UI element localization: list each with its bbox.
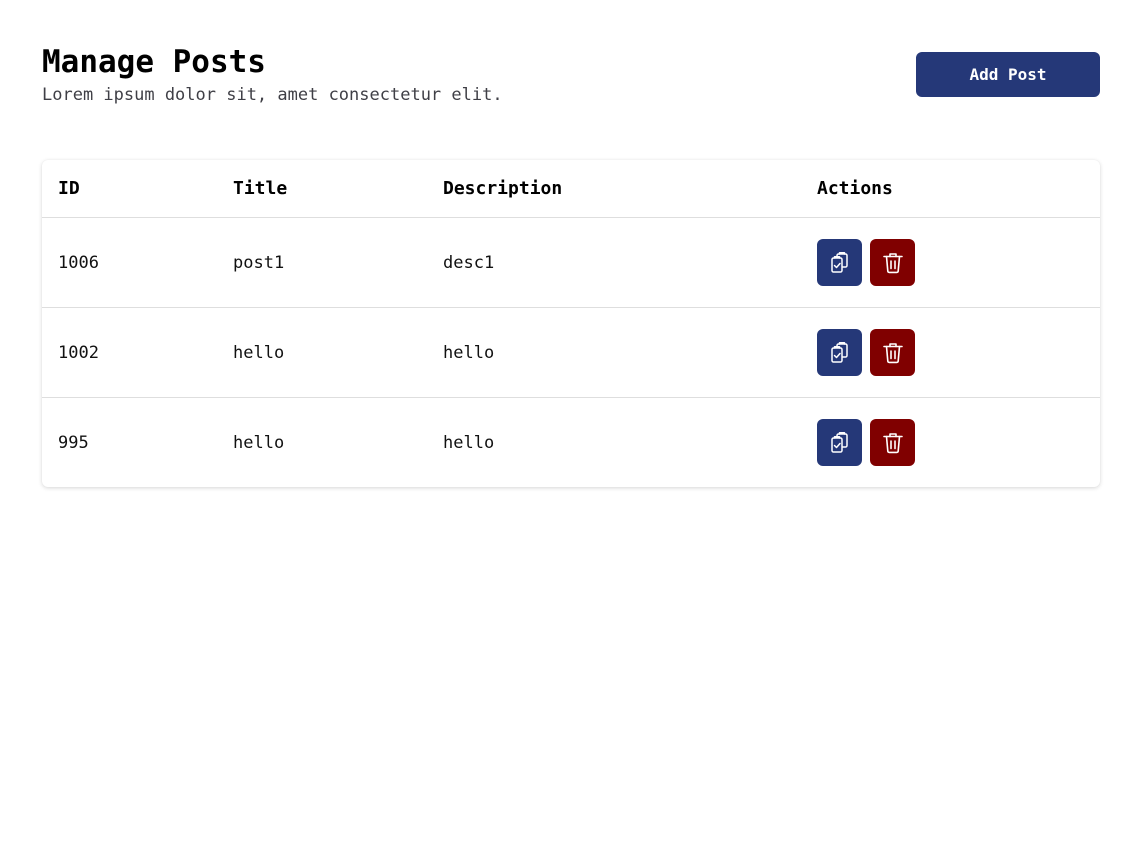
post-title: hello bbox=[233, 342, 285, 363]
page-subtitle: Lorem ipsum dolor sit, amet consectetur … bbox=[42, 85, 503, 105]
page-header: Manage Posts Lorem ipsum dolor sit, amet… bbox=[42, 44, 1100, 108]
posts-table: ID Title Description Actions 1006 post1 … bbox=[42, 160, 1100, 487]
post-title: hello bbox=[233, 432, 285, 453]
row-actions bbox=[817, 308, 915, 397]
post-id: 1002 bbox=[58, 342, 99, 363]
column-header-actions: Actions bbox=[817, 178, 893, 199]
clipboard-copy-icon bbox=[830, 251, 848, 273]
column-header-description: Description bbox=[443, 178, 563, 199]
clipboard-copy-icon bbox=[830, 341, 848, 363]
row-actions bbox=[817, 218, 915, 307]
post-title: post1 bbox=[233, 252, 285, 273]
post-id: 995 bbox=[58, 432, 89, 453]
table-row: 1006 post1 desc1 bbox=[42, 217, 1100, 307]
page-title: Manage Posts bbox=[42, 44, 266, 80]
row-actions bbox=[817, 398, 915, 487]
post-description: desc1 bbox=[443, 252, 495, 273]
column-header-id: ID bbox=[58, 178, 80, 199]
delete-button[interactable] bbox=[870, 239, 915, 286]
column-header-title: Title bbox=[233, 178, 288, 199]
trash-icon bbox=[882, 432, 903, 453]
post-id: 1006 bbox=[58, 252, 99, 273]
delete-button[interactable] bbox=[870, 419, 915, 466]
trash-icon bbox=[882, 342, 903, 363]
table-row: 1002 hello hello bbox=[42, 307, 1100, 397]
copy-button[interactable] bbox=[817, 239, 862, 286]
post-description: hello bbox=[443, 342, 495, 363]
post-description: hello bbox=[443, 432, 495, 453]
copy-button[interactable] bbox=[817, 419, 862, 466]
trash-icon bbox=[882, 252, 903, 273]
clipboard-copy-icon bbox=[830, 431, 848, 453]
copy-button[interactable] bbox=[817, 329, 862, 376]
table-header-row: ID Title Description Actions bbox=[42, 160, 1100, 217]
add-post-button[interactable]: Add Post bbox=[916, 52, 1100, 97]
table-row: 995 hello hello bbox=[42, 397, 1100, 487]
delete-button[interactable] bbox=[870, 329, 915, 376]
